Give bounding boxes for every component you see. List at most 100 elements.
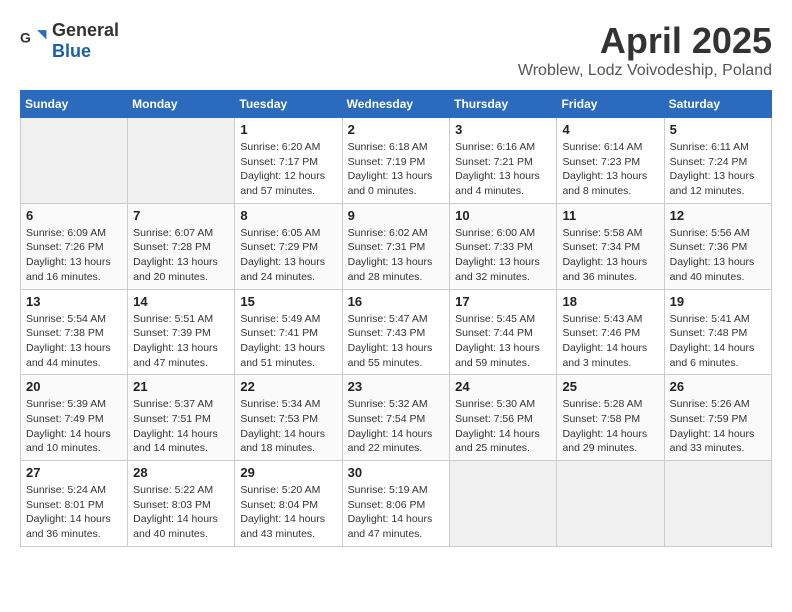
day-info: Sunrise: 5:47 AMSunset: 7:43 PMDaylight:… [348,312,445,371]
calendar-cell [128,118,235,204]
day-info: Sunrise: 5:37 AMSunset: 7:51 PMDaylight:… [133,397,229,456]
weekday-header-friday: Friday [557,91,664,118]
calendar-cell: 22Sunrise: 5:34 AMSunset: 7:53 PMDayligh… [235,375,342,461]
day-number: 29 [240,465,336,480]
day-number: 3 [455,122,551,137]
day-info: Sunrise: 5:22 AMSunset: 8:03 PMDaylight:… [133,483,229,542]
day-number: 6 [26,208,122,223]
svg-text:G: G [20,30,31,46]
weekday-header-saturday: Saturday [664,91,771,118]
calendar-cell [21,118,128,204]
day-number: 20 [26,379,122,394]
calendar-cell: 4Sunrise: 6:14 AMSunset: 7:23 PMDaylight… [557,118,664,204]
calendar-cell: 20 Sunrise: 5:39 AMSunset: 7:49 PMDayligh… [21,375,128,461]
calendar-cell: 10 Sunrise: 6:00 AMSunset: 7:33 PMDayligh… [450,203,557,289]
day-number: 21 [133,379,229,394]
calendar-cell [557,461,664,547]
day-info: Sunrise: 5:58 AMSunset: 7:34 PMDaylight:… [562,226,658,285]
day-info: Sunrise: 6:09 AMSunset: 7:26 PMDaylight:… [26,226,122,285]
calendar-week-row: 27 Sunrise: 5:24 AMSunset: 8:01 PMDayligh… [21,461,772,547]
weekday-header-wednesday: Wednesday [342,91,450,118]
day-info: Sunrise: 5:56 AMSunset: 7:36 PMDaylight:… [670,226,766,285]
day-info: Sunrise: 6:14 AMSunset: 7:23 PMDaylight:… [562,140,658,199]
day-info: Sunrise: 6:05 AMSunset: 7:29 PMDaylight:… [240,226,336,285]
day-info: Sunrise: 5:43 AMSunset: 7:46 PMDaylight:… [562,312,658,371]
day-info: Sunrise: 5:54 AMSunset: 7:38 PMDaylight:… [26,312,122,371]
day-number: 27 [26,465,122,480]
day-number: 26 [670,379,766,394]
day-number: 23 [348,379,445,394]
calendar-cell: 5 Sunrise: 6:11 AMSunset: 7:24 PMDaylight… [664,118,771,204]
calendar-cell: 12 Sunrise: 5:56 AMSunset: 7:36 PMDayligh… [664,203,771,289]
day-info: Sunrise: 5:51 AMSunset: 7:39 PMDaylight:… [133,312,229,371]
calendar-cell: 29 Sunrise: 5:20 AMSunset: 8:04 PMDayligh… [235,461,342,547]
calendar-cell: 13Sunrise: 5:54 AMSunset: 7:38 PMDayligh… [21,289,128,375]
logo-blue-text: Blue [52,41,91,61]
weekday-header-monday: Monday [128,91,235,118]
calendar-cell: 26 Sunrise: 5:26 AMSunset: 7:59 PMDayligh… [664,375,771,461]
day-info: Sunrise: 5:49 AMSunset: 7:41 PMDaylight:… [240,312,336,371]
calendar-cell: 25 Sunrise: 5:28 AMSunset: 7:58 PMDayligh… [557,375,664,461]
calendar-cell: 23Sunrise: 5:32 AMSunset: 7:54 PMDayligh… [342,375,450,461]
calendar-cell: 18 Sunrise: 5:43 AMSunset: 7:46 PMDayligh… [557,289,664,375]
calendar-header-row: SundayMondayTuesdayWednesdayThursdayFrid… [21,91,772,118]
day-info: Sunrise: 5:24 AMSunset: 8:01 PMDaylight:… [26,483,122,542]
calendar-cell: 7 Sunrise: 6:07 AMSunset: 7:28 PMDaylight… [128,203,235,289]
weekday-header-tuesday: Tuesday [235,91,342,118]
day-number: 11 [562,208,658,223]
calendar-week-row: 1 Sunrise: 6:20 AMSunset: 7:17 PMDaylight… [21,118,772,204]
day-number: 19 [670,294,766,309]
day-number: 17 [455,294,551,309]
calendar-cell: 17 Sunrise: 5:45 AMSunset: 7:44 PMDayligh… [450,289,557,375]
day-info: Sunrise: 5:19 AMSunset: 8:06 PMDaylight:… [348,483,445,542]
day-number: 25 [562,379,658,394]
day-number: 5 [670,122,766,137]
day-info: Sunrise: 5:30 AMSunset: 7:56 PMDaylight:… [455,397,551,456]
calendar-cell: 2Sunrise: 6:18 AMSunset: 7:19 PMDaylight… [342,118,450,204]
day-number: 30 [348,465,445,480]
weekday-header-sunday: Sunday [21,91,128,118]
day-number: 1 [240,122,336,137]
logo: G General Blue [20,20,119,62]
calendar-cell: 16 Sunrise: 5:47 AMSunset: 7:43 PMDayligh… [342,289,450,375]
day-number: 10 [455,208,551,223]
page-header: G General Blue April 2025 Wroblew, Lodz … [20,20,772,80]
day-info: Sunrise: 5:45 AMSunset: 7:44 PMDaylight:… [455,312,551,371]
calendar-week-row: 13Sunrise: 5:54 AMSunset: 7:38 PMDayligh… [21,289,772,375]
day-info: Sunrise: 5:26 AMSunset: 7:59 PMDaylight:… [670,397,766,456]
calendar-cell: 30 Sunrise: 5:19 AMSunset: 8:06 PMDayligh… [342,461,450,547]
calendar-cell: 19 Sunrise: 5:41 AMSunset: 7:48 PMDayligh… [664,289,771,375]
day-number: 24 [455,379,551,394]
day-info: Sunrise: 6:18 AMSunset: 7:19 PMDaylight:… [348,140,445,199]
day-info: Sunrise: 6:02 AMSunset: 7:31 PMDaylight:… [348,226,445,285]
calendar-cell: 6 Sunrise: 6:09 AMSunset: 7:26 PMDaylight… [21,203,128,289]
calendar-cell: 21 Sunrise: 5:37 AMSunset: 7:51 PMDayligh… [128,375,235,461]
day-info: Sunrise: 5:39 AMSunset: 7:49 PMDaylight:… [26,397,122,456]
title-block: April 2025 Wroblew, Lodz Voivodeship, Po… [518,20,772,80]
weekday-header-thursday: Thursday [450,91,557,118]
day-number: 18 [562,294,658,309]
calendar-cell [664,461,771,547]
calendar-cell: 8 Sunrise: 6:05 AMSunset: 7:29 PMDaylight… [235,203,342,289]
day-info: Sunrise: 6:16 AMSunset: 7:21 PMDaylight:… [455,140,551,199]
day-info: Sunrise: 6:00 AMSunset: 7:33 PMDaylight:… [455,226,551,285]
day-info: Sunrise: 5:20 AMSunset: 8:04 PMDaylight:… [240,483,336,542]
logo-general-text: General [52,20,119,40]
day-info: Sunrise: 5:34 AMSunset: 7:53 PMDaylight:… [240,397,336,456]
calendar-cell: 15 Sunrise: 5:49 AMSunset: 7:41 PMDayligh… [235,289,342,375]
day-info: Sunrise: 5:41 AMSunset: 7:48 PMDaylight:… [670,312,766,371]
calendar-cell: 11 Sunrise: 5:58 AMSunset: 7:34 PMDayligh… [557,203,664,289]
calendar-cell: 24 Sunrise: 5:30 AMSunset: 7:56 PMDayligh… [450,375,557,461]
day-number: 15 [240,294,336,309]
day-info: Sunrise: 6:11 AMSunset: 7:24 PMDaylight:… [670,140,766,199]
day-number: 16 [348,294,445,309]
day-info: Sunrise: 6:07 AMSunset: 7:28 PMDaylight:… [133,226,229,285]
day-number: 7 [133,208,229,223]
month-year-title: April 2025 [518,20,772,62]
day-number: 12 [670,208,766,223]
day-info: Sunrise: 6:20 AMSunset: 7:17 PMDaylight:… [240,140,336,199]
day-number: 8 [240,208,336,223]
calendar-cell: 28Sunrise: 5:22 AMSunset: 8:03 PMDayligh… [128,461,235,547]
day-info: Sunrise: 5:28 AMSunset: 7:58 PMDaylight:… [562,397,658,456]
calendar-cell: 3 Sunrise: 6:16 AMSunset: 7:21 PMDaylight… [450,118,557,204]
